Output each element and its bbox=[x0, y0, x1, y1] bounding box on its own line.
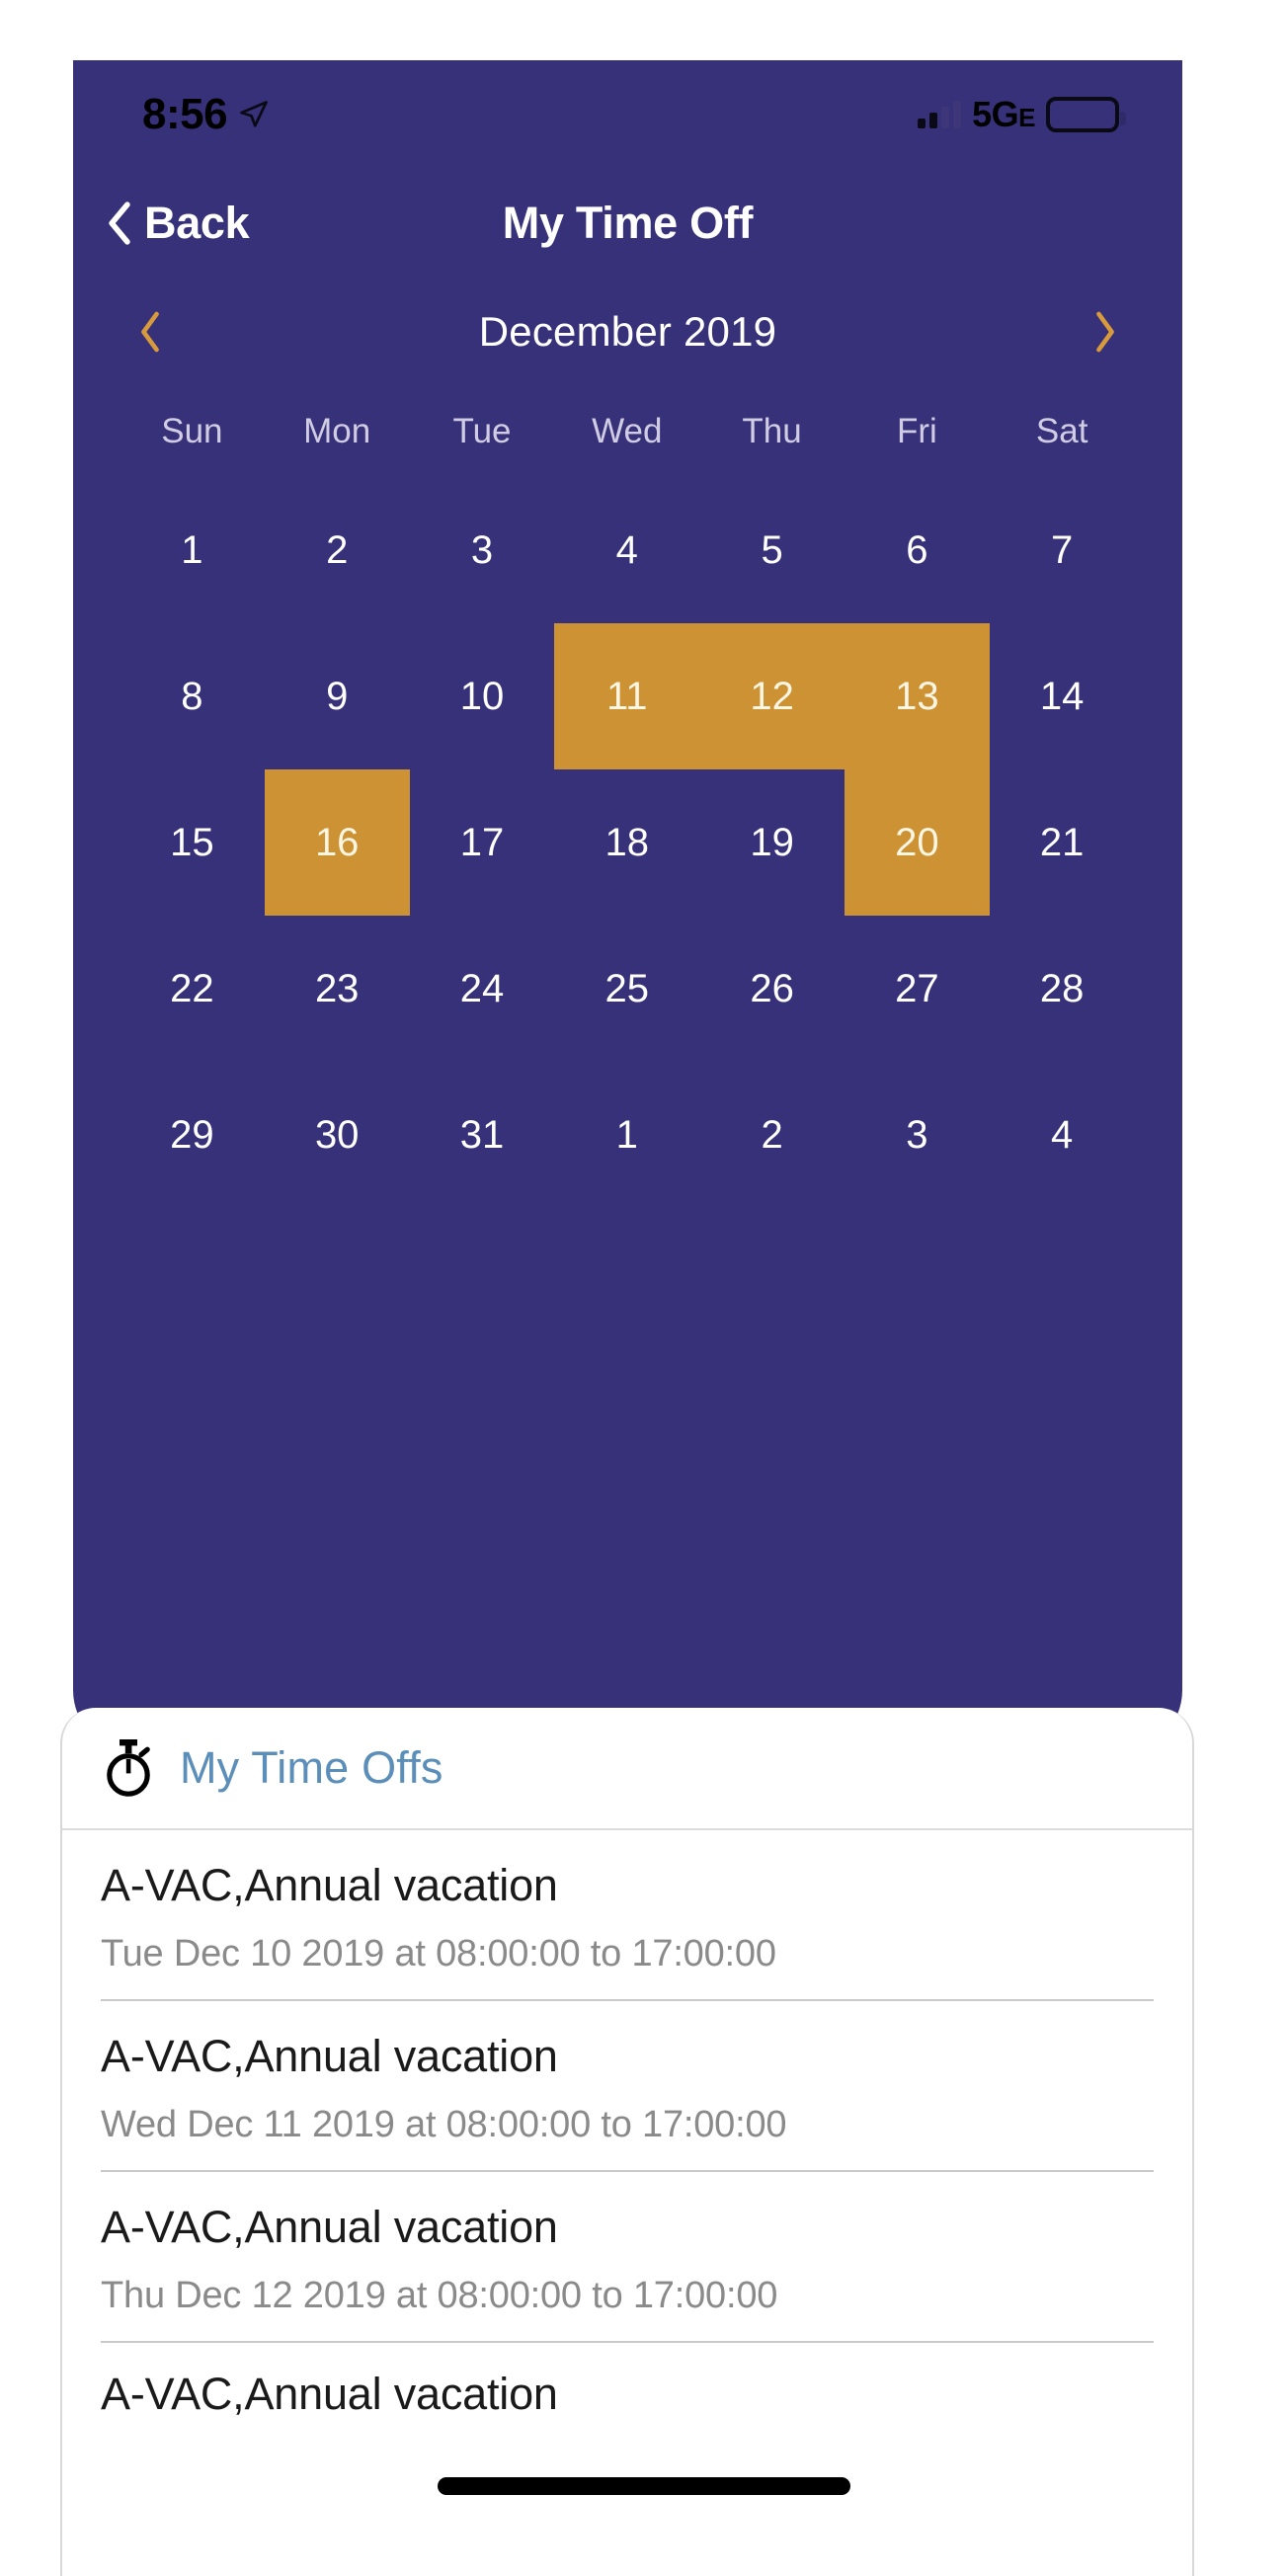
time-off-list: A-VAC,Annual vacation Tue Dec 10 2019 at … bbox=[62, 1830, 1192, 2426]
calendar-day[interactable]: 19 bbox=[699, 769, 845, 916]
time-off-bottom-sheet: My Time Offs A-VAC,Annual vacation Tue De… bbox=[60, 1708, 1194, 2576]
calendar-day-highlighted[interactable]: 12 bbox=[699, 623, 845, 769]
calendar-day[interactable]: 29 bbox=[120, 1062, 265, 1208]
status-bar: 8:56 5GE bbox=[73, 60, 1182, 169]
previous-month-button[interactable] bbox=[113, 294, 188, 369]
time-off-item-title: A-VAC,Annual vacation bbox=[101, 1860, 558, 1910]
navigation-bar: Back My Time Off bbox=[73, 169, 1182, 278]
time-off-item-title: A-VAC,Annual vacation bbox=[101, 2202, 558, 2252]
calendar-day-highlighted[interactable]: 11 bbox=[554, 623, 700, 769]
chevron-left-icon bbox=[107, 201, 132, 245]
time-off-list-item[interactable]: A-VAC,Annual vacation Tue Dec 10 2019 at … bbox=[101, 1830, 1154, 2001]
status-time-group: 8:56 bbox=[142, 93, 269, 136]
time-off-item-subtitle: Thu Dec 12 2019 at 08:00:00 to 17:00:00 bbox=[101, 2275, 778, 2316]
calendar-day-highlighted[interactable]: 13 bbox=[844, 623, 990, 769]
calendar-day-highlighted[interactable]: 16 bbox=[264, 769, 410, 916]
bottom-sheet-title: My Time Offs bbox=[180, 1742, 443, 1793]
calendar-day[interactable]: 1 bbox=[120, 477, 265, 623]
calendar-day[interactable]: 5 bbox=[699, 477, 845, 623]
calendar-day[interactable]: 24 bbox=[410, 916, 555, 1062]
back-button-label: Back bbox=[144, 198, 250, 248]
calendar-day[interactable]: 14 bbox=[990, 623, 1135, 769]
location-arrow-icon bbox=[239, 100, 269, 129]
chevron-right-icon bbox=[1096, 311, 1114, 353]
weekday-header-thu: Thu bbox=[742, 412, 802, 450]
calendar-day[interactable]: 4 bbox=[990, 1062, 1135, 1208]
calendar-day[interactable]: 23 bbox=[265, 916, 410, 1062]
calendar-grid: Sun Mon Tue Wed Thu Fri Sat 1 2 3 4 5 6 7 8 9 10 11 12 13 1… bbox=[120, 386, 1135, 1208]
calendar-day[interactable]: 8 bbox=[120, 623, 265, 769]
calendar-day[interactable]: 6 bbox=[845, 477, 990, 623]
time-off-item-subtitle: Tue Dec 10 2019 at 08:00:00 to 17:00:00 bbox=[101, 1933, 776, 1974]
calendar-week-row: 15 16 17 18 19 20 21 bbox=[120, 769, 1135, 916]
calendar-day[interactable]: 15 bbox=[120, 769, 265, 916]
time-off-item-title: A-VAC,Annual vacation bbox=[101, 2031, 558, 2081]
bottom-sheet-header: My Time Offs bbox=[62, 1708, 1192, 1830]
weekday-header-fri: Fri bbox=[896, 412, 937, 450]
calendar-day-highlighted[interactable]: 20 bbox=[844, 769, 990, 916]
weekday-header-tue: Tue bbox=[452, 412, 512, 450]
calendar-day[interactable]: 27 bbox=[845, 916, 990, 1062]
calendar-weeks: 1 2 3 4 5 6 7 8 9 10 11 12 13 14 15 16 17 18 19 20 21 22 23 24 2… bbox=[120, 477, 1135, 1208]
battery-full-icon bbox=[1046, 97, 1126, 132]
time-off-item-subtitle: Wed Dec 11 2019 at 08:00:00 to 17:00:00 bbox=[101, 2104, 787, 2145]
time-off-list-item[interactable]: A-VAC,Annual vacation bbox=[101, 2343, 1154, 2426]
calendar-day[interactable]: 28 bbox=[990, 916, 1135, 1062]
calendar-day[interactable]: 31 bbox=[410, 1062, 555, 1208]
next-month-button[interactable] bbox=[1068, 294, 1143, 369]
weekday-header-mon: Mon bbox=[303, 412, 371, 450]
time-off-item-title: A-VAC,Annual vacation bbox=[101, 2369, 558, 2419]
stopwatch-icon bbox=[101, 1738, 156, 1798]
month-selector: December 2019 bbox=[73, 285, 1182, 378]
calendar-day[interactable]: 3 bbox=[845, 1062, 990, 1208]
calendar-week-row: 29 30 31 1 2 3 4 bbox=[120, 1062, 1135, 1208]
back-button[interactable]: Back bbox=[107, 198, 250, 249]
calendar-day[interactable]: 30 bbox=[265, 1062, 410, 1208]
calendar-day[interactable]: 22 bbox=[120, 916, 265, 1062]
network-type-label: 5GE bbox=[972, 94, 1035, 134]
calendar-day[interactable]: 2 bbox=[699, 1062, 845, 1208]
calendar-day[interactable]: 25 bbox=[554, 916, 699, 1062]
calendar-day[interactable]: 7 bbox=[990, 477, 1135, 623]
calendar-week-row: 22 23 24 25 26 27 28 bbox=[120, 916, 1135, 1062]
current-month-label: December 2019 bbox=[478, 308, 777, 355]
calendar-day[interactable]: 3 bbox=[410, 477, 555, 623]
weekday-header-row: Sun Mon Tue Wed Thu Fri Sat bbox=[120, 386, 1135, 477]
calendar-day[interactable]: 4 bbox=[554, 477, 699, 623]
calendar-day[interactable]: 1 bbox=[554, 1062, 699, 1208]
calendar-panel: 8:56 5GE Back My Time Off December 2019 … bbox=[73, 60, 1182, 1753]
home-indicator bbox=[438, 2477, 850, 2495]
calendar-day[interactable]: 18 bbox=[554, 769, 699, 916]
weekday-header-wed: Wed bbox=[592, 412, 663, 450]
cellular-signal-icon bbox=[918, 101, 962, 128]
weekday-header-sun: Sun bbox=[161, 412, 223, 450]
calendar-day[interactable]: 2 bbox=[265, 477, 410, 623]
calendar-day[interactable]: 17 bbox=[410, 769, 555, 916]
calendar-day[interactable]: 10 bbox=[410, 623, 555, 769]
calendar-day[interactable]: 21 bbox=[990, 769, 1135, 916]
calendar-week-row: 1234567 bbox=[120, 477, 1135, 623]
time-off-list-item[interactable]: A-VAC,Annual vacation Wed Dec 11 2019 at … bbox=[101, 2001, 1154, 2172]
calendar-week-row: 8 9 10 11 12 13 14 bbox=[120, 623, 1135, 769]
calendar-day[interactable]: 26 bbox=[699, 916, 845, 1062]
calendar-day[interactable]: 9 bbox=[265, 623, 410, 769]
chevron-left-icon bbox=[141, 311, 159, 353]
time-off-list-item[interactable]: A-VAC,Annual vacation Thu Dec 12 2019 at … bbox=[101, 2172, 1154, 2343]
status-indicators: 5GE bbox=[918, 94, 1126, 134]
weekday-header-sat: Sat bbox=[1035, 412, 1088, 450]
status-clock: 8:56 bbox=[142, 90, 228, 138]
